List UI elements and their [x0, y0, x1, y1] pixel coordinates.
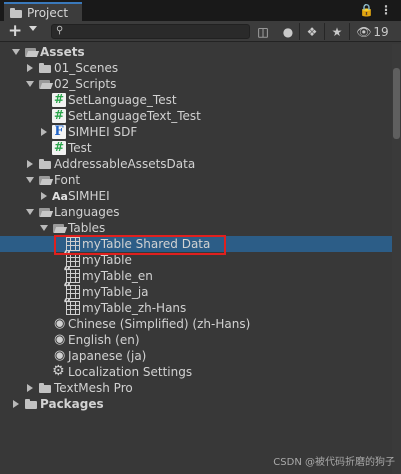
tree-item[interactable]: “myTable_en [0, 265, 401, 284]
search-by-type-icon[interactable]: ◫ [255, 23, 271, 40]
hidden-packages-eye-icon[interactable]: 👁 [354, 23, 374, 40]
tree-item[interactable]: # Test [0, 140, 401, 156]
hidden-packages-count: 19 [373, 24, 389, 39]
toolbar-divider [324, 23, 325, 40]
csharp-script-icon: # [52, 140, 66, 155]
tree-item[interactable]: “myTable_ja [0, 281, 401, 300]
tree-item-label: myTable_ja [82, 285, 149, 299]
collapse-arrow-right-icon[interactable] [27, 160, 33, 168]
folder-icon [38, 381, 52, 395]
tree-item[interactable]: ◉ Japanese (ja) [0, 348, 401, 364]
font-icon: Aa [52, 190, 68, 203]
tree-item[interactable]: ◉ English (en) [0, 332, 401, 348]
create-button[interactable]: + [8, 22, 22, 40]
tree-item-label: 01_Scenes [54, 61, 119, 75]
create-dropdown-icon[interactable] [29, 26, 37, 31]
tree-item[interactable]: Font [0, 172, 401, 188]
tree-item[interactable]: Assets [0, 44, 401, 60]
watermark: CSDN @被代码折磨的狗子 [273, 457, 395, 468]
annotation-highlight-box [54, 235, 226, 255]
folder-icon [38, 157, 52, 171]
tree-item[interactable]: ◉ Chinese (Simplified) (zh-Hans) [0, 316, 401, 332]
folder-open-icon [38, 205, 52, 219]
tree-item-label: Assets [40, 45, 85, 59]
folder-tab-icon [10, 7, 22, 18]
folder-icon [38, 61, 52, 75]
settings-gear-icon: ⚙ [52, 363, 65, 379]
tree-item-label: Localization Settings [68, 365, 193, 379]
expand-arrow-down-icon[interactable] [26, 209, 34, 215]
collapse-arrow-right-icon[interactable] [27, 384, 33, 392]
expand-arrow-down-icon[interactable] [26, 81, 34, 87]
tree-item-label: SIMHEI SDF [68, 125, 138, 139]
folder-open-icon [24, 45, 38, 59]
tree-item[interactable]: “myTable_zh-Hans [0, 297, 401, 316]
string-table-icon: “ [63, 297, 80, 315]
folder-open-icon [38, 173, 52, 187]
filter-by-type-icon[interactable]: ● [280, 23, 296, 40]
tree-item-label: Languages [54, 205, 120, 219]
search-input[interactable]: ⚲ [51, 24, 250, 39]
tree-item-label: Font [54, 173, 81, 187]
collapse-arrow-right-icon[interactable] [13, 400, 19, 408]
collapse-arrow-right-icon[interactable] [41, 128, 47, 136]
folder-icon [24, 397, 38, 411]
kebab-menu-icon[interactable]: ⋮ [380, 3, 392, 17]
search-icon: ⚲ [56, 25, 64, 36]
tree-item-label: Tables [68, 221, 106, 235]
locale-pin-icon: ◉ [54, 316, 66, 331]
collapse-arrow-right-icon[interactable] [27, 64, 33, 72]
tree-item-label: Chinese (Simplified) (zh-Hans) [68, 317, 251, 331]
project-tab[interactable]: Project [4, 2, 82, 21]
tree-item[interactable]: ⚙ Localization Settings [0, 363, 401, 380]
toolbar-divider [349, 23, 350, 40]
folder-open-icon [52, 221, 66, 235]
tree-item-label: Japanese (ja) [68, 349, 147, 363]
csharp-script-icon: # [52, 92, 66, 107]
font-asset-icon: F [52, 124, 66, 139]
expand-arrow-down-icon[interactable] [26, 177, 34, 183]
tree-item[interactable]: AddressableAssetsData [0, 156, 401, 172]
tree-item[interactable]: F SIMHEI SDF [0, 124, 401, 140]
tree-scrollbar[interactable] [392, 44, 401, 474]
tree-item-label: SIMHEI [68, 189, 110, 203]
tree-item[interactable]: # SetLanguage_Test [0, 92, 401, 108]
tree-item[interactable]: Tables [0, 220, 401, 236]
tree-item-label: TextMesh Pro [54, 381, 133, 395]
tree-item[interactable]: Aa SIMHEI [0, 188, 401, 204]
tree-item-label: myTable_zh-Hans [82, 301, 187, 315]
tree-item-label: AddressableAssetsData [54, 157, 196, 171]
locale-pin-icon: ◉ [54, 348, 66, 363]
window-tab-bar: Project 🔒 ⋮ [0, 0, 401, 21]
favorites-star-icon[interactable]: ★ [329, 23, 345, 40]
tree-item[interactable]: 02_Scripts [0, 76, 401, 92]
tree-item-label: English (en) [68, 333, 140, 347]
lock-icon[interactable]: 🔒 [359, 3, 374, 17]
project-tab-label: Project [27, 5, 69, 20]
project-toolbar: + ⚲ ◫ ● ❖ ★ 👁 19 [0, 21, 401, 42]
tree-item-label: Test [68, 141, 92, 155]
expand-arrow-down-icon[interactable] [12, 49, 20, 55]
tree-item-label: 02_Scripts [54, 77, 117, 91]
tree-item-label: myTable_en [82, 269, 153, 283]
tree-item-label: Packages [40, 397, 104, 411]
csharp-script-icon: # [52, 108, 66, 123]
tree-item[interactable]: # SetLanguageText_Test [0, 108, 401, 124]
tree-item[interactable]: 01_Scenes [0, 60, 401, 76]
tree-item[interactable]: Languages [0, 204, 401, 220]
locale-pin-icon: ◉ [54, 332, 66, 347]
tree-item[interactable]: TextMesh Pro [0, 380, 401, 396]
tree-item-label: SetLanguageText_Test [68, 109, 201, 123]
expand-arrow-down-icon[interactable] [40, 225, 48, 231]
tree-item-label: SetLanguage_Test [68, 93, 177, 107]
collapse-arrow-right-icon[interactable] [41, 192, 47, 200]
toolbar-divider [299, 23, 300, 40]
tree-item[interactable]: Packages [0, 396, 401, 412]
folder-open-icon [38, 77, 52, 91]
filter-by-label-icon[interactable]: ❖ [304, 23, 320, 40]
scrollbar-thumb[interactable] [393, 68, 400, 139]
